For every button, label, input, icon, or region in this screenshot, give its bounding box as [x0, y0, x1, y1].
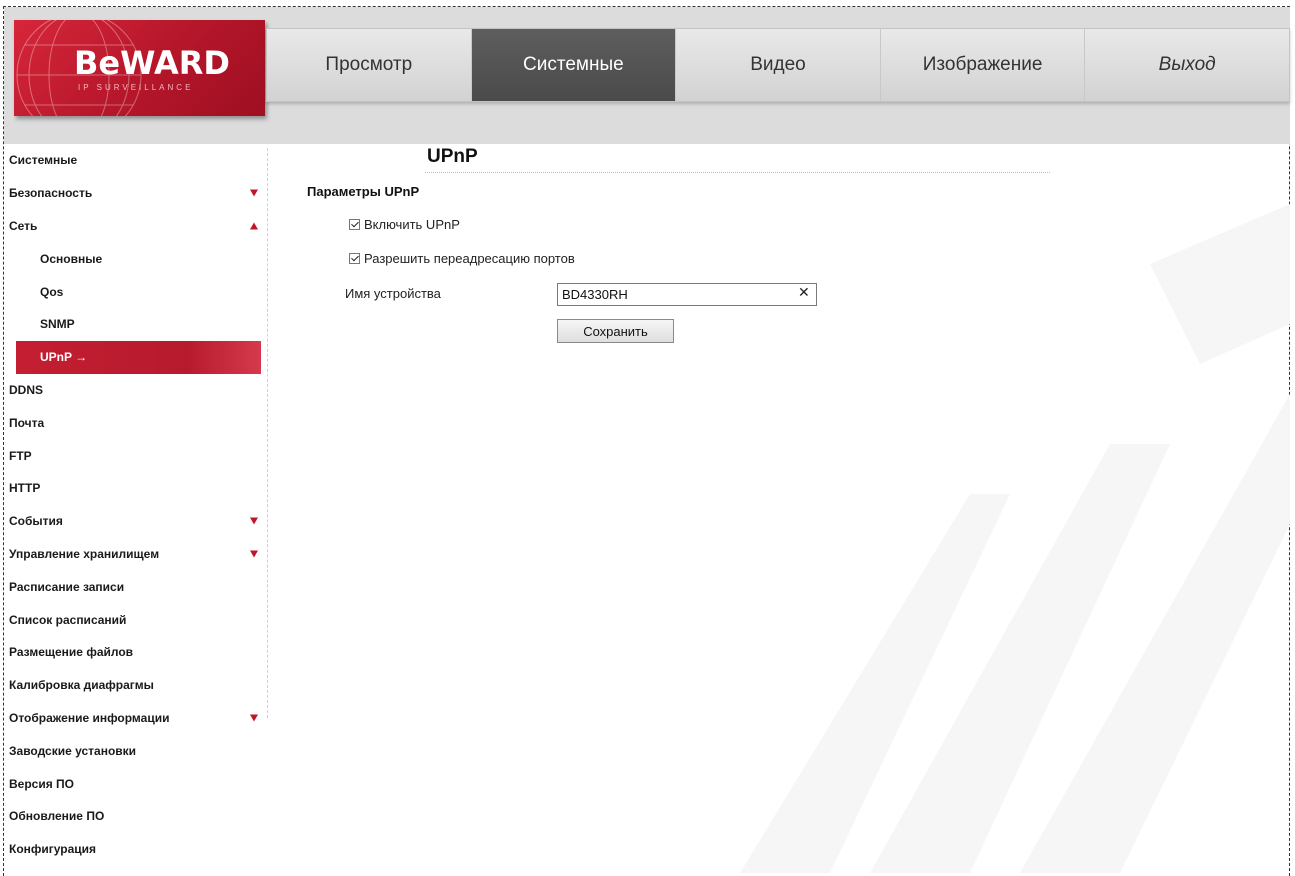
- sidebar-item-19[interactable]: Версия ПО: [4, 767, 268, 800]
- sidebar-item-label: Сеть: [9, 218, 38, 233]
- sidebar-item-11[interactable]: События: [4, 505, 268, 538]
- enable-upnp-row: Включить UPnP: [349, 217, 460, 232]
- sidebar-item-label: Версия ПО: [9, 776, 75, 791]
- section-title: Параметры UPnP: [307, 184, 420, 199]
- port-forward-checkbox[interactable]: [349, 253, 360, 264]
- sidebar-item-label: SNMP: [40, 317, 75, 332]
- sidebar-item-6[interactable]: UPnP →: [16, 340, 261, 374]
- sidebar-item-label: Расписание записи: [9, 579, 125, 594]
- nav-tab-2[interactable]: Видео: [676, 29, 881, 101]
- header: BeWARD IP SURVEILLANCE Просмотр Системные…: [4, 7, 1290, 144]
- sidebar-item-7[interactable]: DDNS: [4, 374, 268, 407]
- nav-tab-0[interactable]: Просмотр: [267, 29, 472, 101]
- sidebar-item-label: Почта: [9, 415, 45, 430]
- beward-logo: BeWARD IP SURVEILLANCE: [14, 20, 265, 116]
- sidebar-item-21[interactable]: Конфигурация: [4, 833, 268, 866]
- sidebar-item-15[interactable]: Размещение файлов: [4, 636, 268, 669]
- sidebar-item-label: События: [9, 514, 63, 529]
- port-forward-row: Разрешить переадресацию портов: [349, 251, 575, 266]
- collapse-arrow-icon[interactable]: [250, 222, 258, 230]
- sidebar-item-label: DDNS: [9, 382, 44, 397]
- sidebar-item-label: Управление хранилищем: [9, 546, 160, 561]
- sidebar-item-label: Калибровка диафрагмы: [9, 678, 154, 693]
- sidebar-item-label: Безопасность: [9, 186, 93, 201]
- sidebar-item-8[interactable]: Почта: [4, 406, 268, 439]
- logo-text: BeWARD: [74, 44, 230, 82]
- sidebar-item-label: Список расписаний: [9, 612, 127, 627]
- sidebar-item-20[interactable]: Обновление ПО: [4, 800, 268, 833]
- enable-upnp-checkbox[interactable]: [349, 219, 360, 230]
- sidebar-item-14[interactable]: Список расписаний: [4, 603, 268, 636]
- title-divider: [425, 172, 1050, 173]
- sidebar-item-10[interactable]: HTTP: [4, 472, 268, 505]
- save-button[interactable]: Сохранить: [557, 319, 674, 343]
- sidebar-item-label: Обновление ПО: [9, 809, 105, 824]
- sidebar-item-label: Отображение информации: [9, 710, 170, 725]
- sidebar-item-17[interactable]: Отображение информации: [4, 702, 268, 735]
- sidebar-item-2[interactable]: Сеть: [4, 210, 268, 243]
- sidebar: Системные Безопасность Сеть Основные Qos SNMP…: [4, 144, 268, 873]
- port-forward-label: Разрешить переадресацию портов: [364, 251, 575, 266]
- sidebar-item-label: UPnP →: [40, 350, 88, 365]
- nav-tab-4[interactable]: Выход: [1085, 29, 1289, 101]
- sidebar-item-label: Основные: [40, 251, 103, 266]
- enable-upnp-label: Включить UPnP: [364, 217, 460, 232]
- sidebar-item-label: Qos: [40, 284, 64, 299]
- page-title: UPnP: [427, 146, 478, 167]
- expand-arrow-icon[interactable]: [250, 517, 258, 525]
- sidebar-item-18[interactable]: Заводские установки: [4, 734, 268, 767]
- sidebar-item-13[interactable]: Расписание записи: [4, 570, 268, 603]
- nav-tab-3[interactable]: Изображение: [881, 29, 1086, 101]
- sidebar-item-label: Конфигурация: [9, 842, 97, 857]
- sidebar-item-label: Системные: [9, 153, 78, 168]
- device-name-label: Имя устройства: [345, 286, 441, 301]
- sidebar-item-12[interactable]: Управление хранилищем: [4, 538, 268, 571]
- main-content: UPnP Параметры UPnP Включить UPnP Разреш…: [270, 144, 1290, 873]
- sidebar-item-label: Заводские установки: [9, 743, 137, 758]
- sidebar-item-label: Размещение файлов: [9, 645, 134, 660]
- expand-arrow-icon[interactable]: [250, 714, 258, 722]
- top-nav: Просмотр Системные Видео Изображение Выход: [266, 28, 1290, 102]
- logo-subtitle: IP SURVEILLANCE: [78, 83, 194, 92]
- nav-tab-1[interactable]: Системные: [471, 29, 677, 101]
- expand-arrow-icon[interactable]: [250, 189, 258, 197]
- sidebar-item-16[interactable]: Калибровка диафрагмы: [4, 669, 268, 702]
- sidebar-item-3[interactable]: Основные: [4, 242, 268, 275]
- expand-arrow-icon[interactable]: [250, 550, 258, 558]
- sidebar-item-label: FTP: [9, 448, 32, 463]
- sidebar-item-4[interactable]: Qos: [4, 275, 268, 308]
- sidebar-item-label: HTTP: [9, 481, 41, 496]
- sidebar-item-1[interactable]: Безопасность: [4, 177, 268, 210]
- clear-icon[interactable]: ✕: [798, 284, 810, 301]
- sidebar-item-0[interactable]: Системные: [4, 144, 268, 177]
- sidebar-item-9[interactable]: FTP: [4, 439, 268, 472]
- sidebar-divider: [265, 148, 268, 718]
- device-name-input[interactable]: [557, 283, 817, 306]
- sidebar-item-5[interactable]: SNMP: [4, 308, 268, 341]
